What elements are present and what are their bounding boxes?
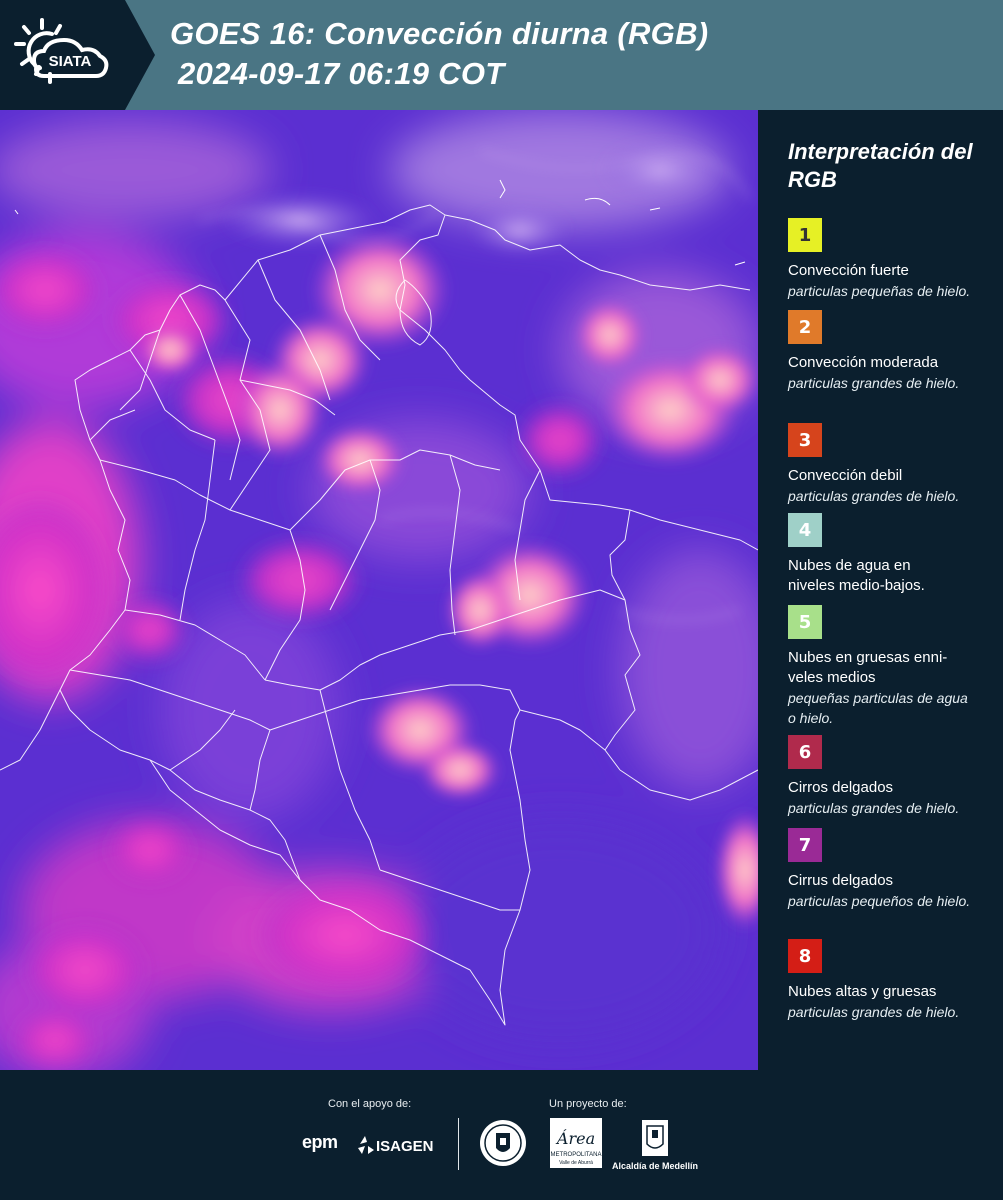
footer-divider	[458, 1118, 459, 1170]
legend-item-7: 7 Cirrus delgados particulas pequeños de…	[788, 828, 993, 911]
legend-item-1: 1 Convección fuerte particulas pequeñas …	[788, 218, 993, 301]
legend-item-label: Convección moderada	[788, 354, 939, 371]
legend-swatch-5: 5	[788, 605, 822, 639]
legend-item-sub: particulas grandes de hielo.	[788, 1004, 960, 1020]
satellite-rgb-image	[0, 110, 758, 1070]
seal-icon	[480, 1120, 526, 1166]
svg-text:METROPOLITANA: METROPOLITANA	[551, 1152, 602, 1158]
legend-swatch-7: 7	[788, 828, 822, 862]
legend-item-label: Nubes en gruesas enni-veles medios	[788, 649, 948, 686]
legend-item-3: 3 Convección debil particulas grandes de…	[788, 423, 993, 506]
isagen-logo: ISAGEN	[358, 1136, 434, 1155]
legend-swatch-3: 3	[788, 423, 822, 457]
footer: Con el apoyo de: Un proyecto de: epm ISA…	[0, 1070, 1003, 1200]
legend-item-label: Nubes de agua en niveles medio-bajos.	[788, 557, 925, 594]
legend-item-sub: particulas grandes de hielo.	[788, 488, 960, 504]
legend-item-2: 2 Convección moderada particulas grandes…	[788, 310, 993, 393]
timestamp-title: 2024-09-17 06:19 COT	[178, 56, 505, 91]
page-title: GOES 16: Convección diurna (RGB)	[170, 16, 709, 51]
legend-item-6: 6 Cirros delgados particulas grandes de …	[788, 735, 993, 818]
header-bar: SIATA GOES 16: Convección diurna (RGB) 2…	[0, 0, 1003, 110]
epm-logo: epm	[302, 1132, 338, 1152]
legend-swatch-6: 6	[788, 735, 822, 769]
legend-item-4: 4 Nubes de agua en niveles medio-bajos.	[788, 513, 993, 596]
legend-item-label: Cirros delgados	[788, 779, 894, 796]
support-label: Con el apoyo de:	[328, 1098, 412, 1110]
legend-title: Interpretación del RGB	[788, 139, 973, 192]
area-metropolitana-logo: Área METROPOLITANA Valle de Aburrá	[550, 1118, 602, 1168]
legend-swatch-1: 1	[788, 218, 822, 252]
legend-swatch-4: 4	[788, 513, 822, 547]
legend-item-label: Cirrus delgados	[788, 872, 894, 889]
satellite-map[interactable]	[0, 110, 760, 1070]
legend-item-sub: particulas grandes de hielo.	[788, 800, 960, 816]
legend-item-sub: pequeñas particulas de agua o hielo.	[788, 690, 968, 726]
legend-panel: Interpretación del RGB 1 Convección fuer…	[760, 110, 1003, 1070]
legend-swatch-8: 8	[788, 939, 822, 973]
legend-item-sub: particulas pequeños de hielo.	[788, 893, 971, 909]
svg-text:Valle de Aburrá: Valle de Aburrá	[559, 1160, 593, 1166]
legend-item-sub: particulas grandes de hielo.	[788, 375, 960, 391]
legend-item-5: 5 Nubes en gruesas enni-veles medios peq…	[788, 605, 993, 728]
alcaldia-label: Alcaldía de Medellín	[612, 1161, 699, 1171]
legend-swatch-2: 2	[788, 310, 822, 344]
legend-item-label: Convección fuerte	[788, 262, 909, 279]
legend-item-label: Convección debil	[788, 467, 903, 484]
legend-item-label: Nubes altas y gruesas	[788, 983, 937, 1000]
sun-cloud-icon: SIATA	[14, 18, 109, 84]
svg-text:ISAGEN: ISAGEN	[376, 1138, 434, 1155]
alcaldia-shield-icon	[642, 1120, 668, 1156]
legend-item-sub: particulas pequeñas de hielo.	[788, 283, 971, 299]
siata-logo: SIATA	[0, 0, 155, 110]
legend-item-8: 8 Nubes altas y gruesas particulas grand…	[788, 939, 993, 1022]
svg-text:Área: Área	[555, 1128, 595, 1148]
project-label: Un proyecto de:	[549, 1098, 627, 1110]
svg-text:SIATA: SIATA	[49, 53, 92, 70]
